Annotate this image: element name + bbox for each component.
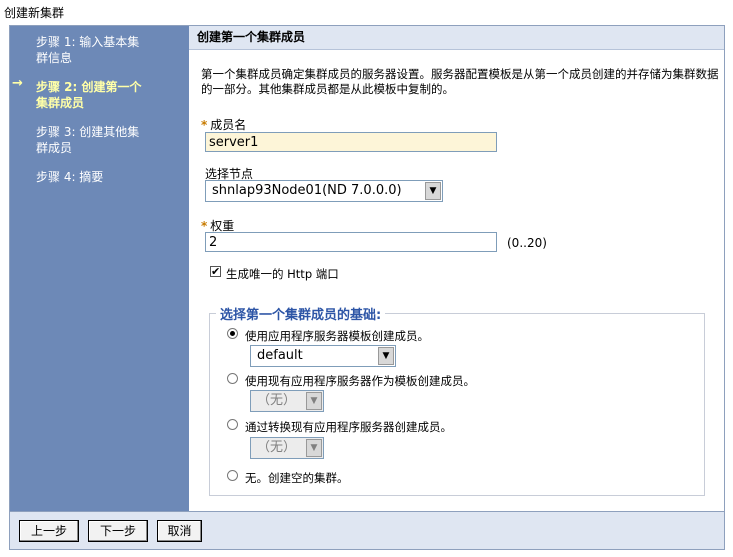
step-2-label-line2: 集群成员 (36, 96, 85, 110)
description-text: 第一个集群成员确定集群成员的服务器设置。服务器配置模板是从第一个成员创建的并存储… (201, 67, 719, 96)
step-3[interactable]: 步骤 3: 创建其他集 群成员 (36, 124, 176, 156)
chevron-down-icon[interactable]: ▼ (306, 439, 322, 457)
member-name-label: * 成员名 (201, 116, 246, 133)
existing-server-dropdown-value: （无） (257, 393, 297, 408)
weight-input[interactable] (205, 232, 497, 252)
step-3-label-line1: 步骤 3: 创建其他集 (36, 125, 140, 139)
convert-server-dropdown-value: （无） (257, 440, 297, 455)
required-marker-icon: * (201, 219, 208, 233)
step-2-label-line1: 步骤 2: 创建第一个 (36, 80, 142, 94)
basis-radio-convert-server[interactable] (227, 419, 238, 430)
step-3-label-line2: 群成员 (36, 141, 73, 155)
next-button[interactable]: 下一步 (88, 520, 148, 542)
unique-http-port-label: 生成唯一的 Http 端口 (226, 267, 339, 281)
basis-radio-template[interactable] (227, 328, 238, 339)
step-2-current: 步骤 2: 创建第一个 集群成员 (36, 79, 176, 111)
select-node-value: shnlap93Node01(ND 7.0.0.0) (212, 183, 402, 198)
basis-legend: 选择第一个集群成员的基础: (220, 308, 382, 323)
weight-label-text: 权重 (210, 219, 235, 233)
wizard-frame: 步骤 1: 输入基本集 群信息 → 步骤 2: 创建第一个 集群成员 步骤 3:… (9, 25, 725, 512)
chevron-down-icon[interactable]: ▼ (378, 347, 394, 365)
step-1[interactable]: 步骤 1: 输入基本集 群信息 (36, 34, 176, 66)
wizard-footer: 上一步 下一步 取消 (9, 512, 725, 550)
template-dropdown-value: default (257, 348, 303, 363)
page-title: 创建新集群 (4, 6, 65, 20)
previous-button[interactable]: 上一步 (19, 520, 79, 542)
current-step-arrow-icon: → (12, 76, 23, 91)
step-1-label-line1: 步骤 1: 输入基本集 (36, 35, 140, 49)
step-1-label-line2: 群信息 (36, 51, 73, 65)
select-node-dropdown[interactable]: shnlap93Node01(ND 7.0.0.0) ▼ (205, 180, 443, 202)
basis-radio-existing-server[interactable] (227, 373, 238, 384)
cancel-button[interactable]: 取消 (157, 520, 202, 542)
basis-option-empty-cluster-label: 无。创建空的集群。 (245, 471, 349, 485)
wizard-steps-sidebar: 步骤 1: 输入基本集 群信息 → 步骤 2: 创建第一个 集群成员 步骤 3:… (10, 26, 189, 511)
unique-http-port-checkbox[interactable]: ✔ (210, 266, 221, 277)
basis-option-convert-server-label: 通过转换现有应用程序服务器创建成员。 (245, 420, 452, 434)
basis-radio-empty-cluster[interactable] (227, 470, 238, 481)
weight-range-hint: (0..20) (507, 236, 547, 250)
basis-option-template-label: 使用应用程序服务器模板创建成员。 (245, 329, 429, 343)
content-header: 创建第一个集群成员 (189, 26, 724, 50)
required-marker-icon: * (201, 118, 208, 132)
template-dropdown[interactable]: default ▼ (250, 345, 396, 367)
existing-server-dropdown[interactable]: （无） ▼ (250, 390, 324, 412)
convert-server-dropdown[interactable]: （无） ▼ (250, 437, 324, 459)
chevron-down-icon[interactable]: ▼ (306, 392, 322, 410)
member-name-input[interactable] (205, 132, 497, 152)
step-4-label-line1: 步骤 4: 摘要 (36, 170, 104, 184)
member-name-label-text: 成员名 (210, 118, 247, 132)
wizard-content: 创建第一个集群成员 第一个集群成员确定集群成员的服务器设置。服务器配置模板是从第… (189, 26, 724, 511)
basis-option-existing-server-label: 使用现有应用程序服务器作为模板创建成员。 (245, 374, 475, 388)
step-4[interactable]: 步骤 4: 摘要 (36, 169, 176, 185)
chevron-down-icon[interactable]: ▼ (425, 182, 441, 200)
